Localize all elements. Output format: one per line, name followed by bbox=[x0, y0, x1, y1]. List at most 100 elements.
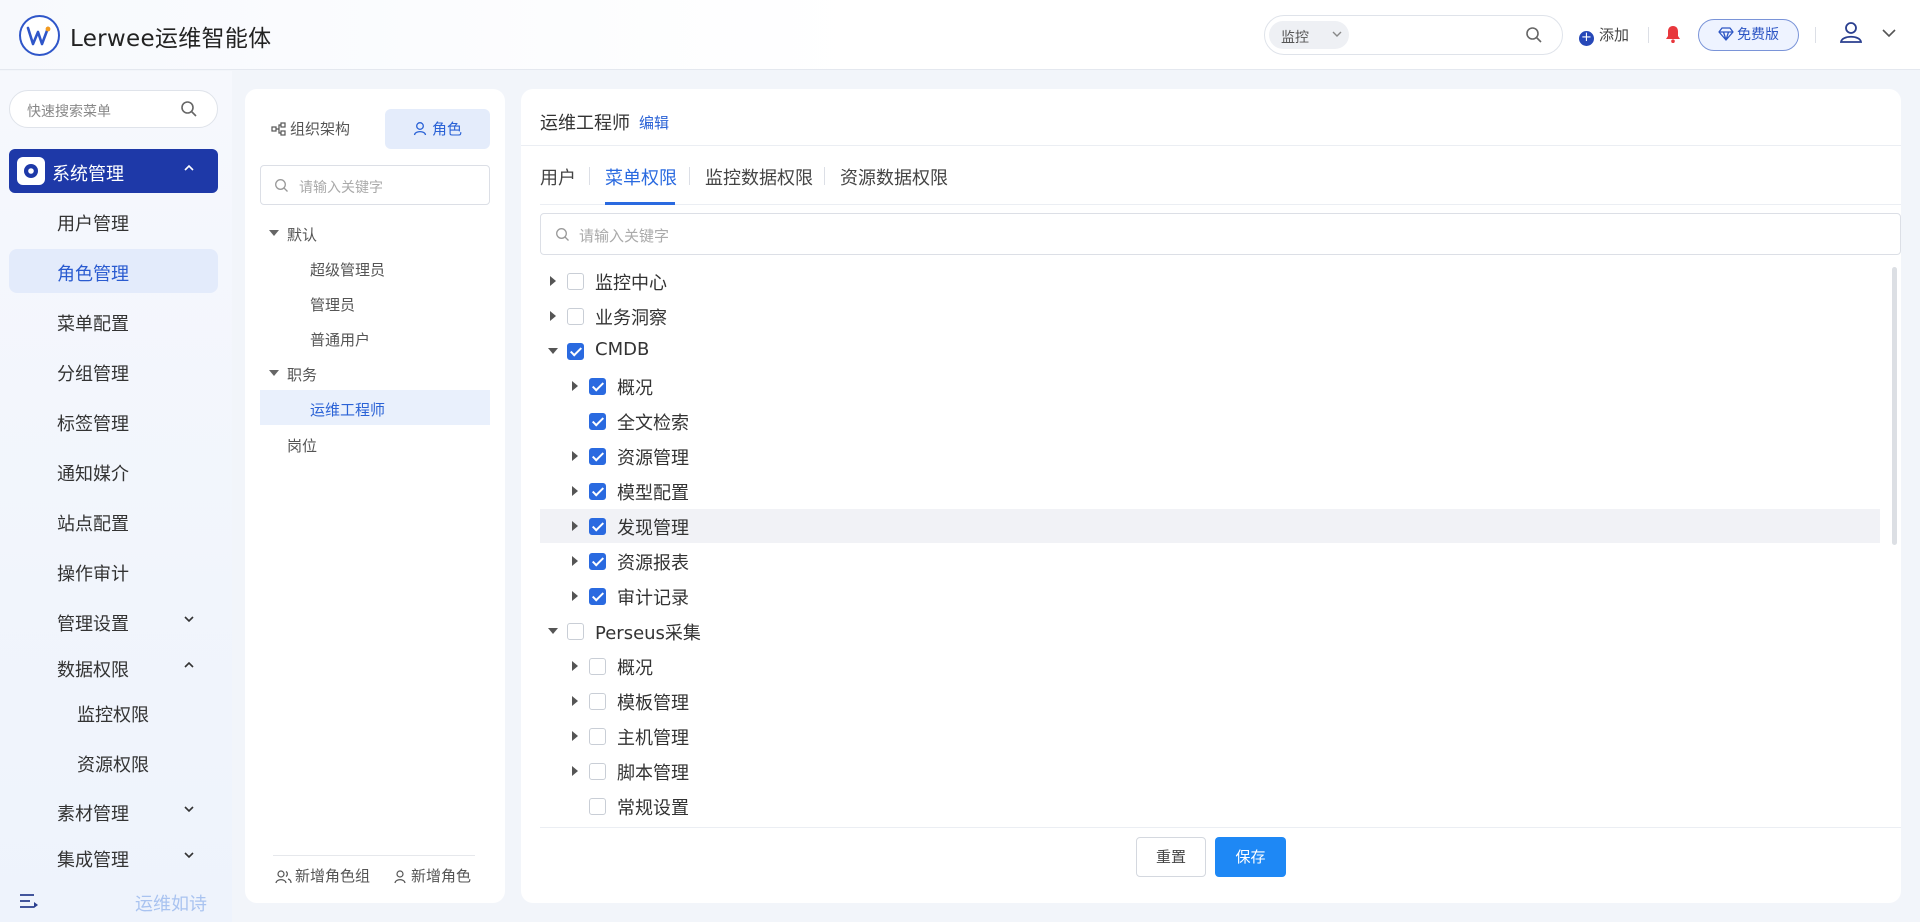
permission-label: 监控中心 bbox=[595, 273, 667, 294]
permission-checkbox[interactable] bbox=[589, 658, 606, 675]
caret-right-icon[interactable] bbox=[548, 311, 558, 321]
permission-checkbox[interactable] bbox=[589, 553, 606, 570]
nav-item-audit[interactable]: 操作审计 bbox=[9, 549, 218, 593]
nav-item-data-permissions[interactable]: 数据权限 bbox=[9, 645, 218, 689]
role-tree-item[interactable]: 超级管理员 bbox=[260, 250, 490, 285]
caret-right-icon[interactable] bbox=[548, 276, 558, 286]
permission-tree-row[interactable]: 资源管理 bbox=[540, 439, 1880, 473]
tab-role[interactable]: 角色 bbox=[385, 109, 490, 149]
tab-org-structure[interactable]: 组织架构 bbox=[271, 109, 371, 149]
search-scope-select[interactable]: 监控 bbox=[1269, 21, 1349, 49]
permission-checkbox[interactable] bbox=[589, 798, 606, 815]
lerwee-logo-icon[interactable] bbox=[19, 15, 60, 56]
bell-icon[interactable] bbox=[1663, 24, 1683, 44]
permission-tree-row[interactable]: 全文检索 bbox=[540, 404, 1880, 438]
nav-item-tags[interactable]: 标签管理 bbox=[9, 399, 218, 443]
tab-monitor-data-permissions[interactable]: 监控数据权限 bbox=[705, 164, 813, 190]
divider bbox=[540, 827, 1901, 828]
permission-checkbox[interactable] bbox=[589, 483, 606, 500]
nav-item-integrations[interactable]: 集成管理 bbox=[9, 835, 218, 879]
permission-tree-row[interactable]: 脚本管理 bbox=[540, 754, 1880, 788]
permission-tree-row[interactable]: 常规设置 bbox=[540, 789, 1880, 823]
nav-item-groups[interactable]: 分组管理 bbox=[9, 349, 218, 393]
caret-down-icon[interactable] bbox=[269, 369, 279, 377]
caret-down-icon[interactable] bbox=[548, 346, 558, 356]
permission-tree-row[interactable]: 资源报表 bbox=[540, 544, 1880, 578]
permission-tree-row[interactable]: 发现管理 bbox=[540, 509, 1880, 543]
search-icon[interactable] bbox=[1525, 26, 1543, 44]
caret-right-icon[interactable] bbox=[570, 381, 580, 391]
caret-down-icon[interactable] bbox=[548, 626, 558, 636]
tab-users[interactable]: 用户 bbox=[540, 164, 576, 190]
reset-button[interactable]: 重置 bbox=[1136, 837, 1206, 877]
role-search-input[interactable]: 请输入关键字 bbox=[260, 165, 490, 205]
permission-tree-row[interactable]: 模板管理 bbox=[540, 684, 1880, 718]
caret-right-icon[interactable] bbox=[570, 591, 580, 601]
caret-right-icon[interactable] bbox=[570, 766, 580, 776]
permission-tree-row[interactable]: 主机管理 bbox=[540, 719, 1880, 753]
permission-checkbox[interactable] bbox=[589, 693, 606, 710]
role-tree-group[interactable]: 职务 bbox=[260, 355, 490, 390]
tab-resource-data-permissions[interactable]: 资源数据权限 bbox=[840, 164, 948, 190]
caret-right-icon[interactable] bbox=[570, 451, 580, 461]
add-role-group-button[interactable]: 新增角色组 bbox=[275, 865, 370, 886]
permission-checkbox[interactable] bbox=[589, 378, 606, 395]
user-icon[interactable] bbox=[1839, 20, 1863, 44]
permission-tree-row[interactable]: 审计记录 bbox=[540, 579, 1880, 613]
nav-item-notify-media[interactable]: 通知媒介 bbox=[9, 449, 218, 493]
role-tree-item[interactable]: 管理员 bbox=[260, 285, 490, 320]
nav-item-monitor-permissions[interactable]: 监控权限 bbox=[9, 690, 218, 734]
permission-checkbox[interactable] bbox=[567, 308, 584, 325]
nav-item-site-config[interactable]: 站点配置 bbox=[9, 499, 218, 543]
nav-item-materials[interactable]: 素材管理 bbox=[9, 789, 218, 833]
nav-item-resource-permissions[interactable]: 资源权限 bbox=[9, 740, 218, 784]
permission-tree-row[interactable]: 监控中心 bbox=[540, 264, 1880, 298]
nav-item-roles[interactable]: 角色管理 bbox=[9, 249, 218, 293]
permission-checkbox[interactable] bbox=[589, 413, 606, 430]
edit-role-link[interactable]: 编辑 bbox=[639, 112, 669, 133]
permission-checkbox[interactable] bbox=[589, 588, 606, 605]
permission-search-input[interactable]: 请输入关键字 bbox=[540, 213, 1901, 255]
nav-item-admin-settings[interactable]: 管理设置 bbox=[9, 599, 218, 643]
nav-item-users[interactable]: 用户管理 bbox=[9, 199, 218, 243]
caret-right-icon[interactable] bbox=[570, 556, 580, 566]
caret-right-icon[interactable] bbox=[570, 521, 580, 531]
role-tree-group[interactable]: 默认 bbox=[260, 215, 490, 250]
caret-right-icon[interactable] bbox=[570, 486, 580, 496]
permission-tree-row[interactable]: Perseus采集 bbox=[540, 614, 1880, 648]
role-tree-group[interactable]: 岗位 bbox=[260, 426, 490, 461]
nav-system-management[interactable]: 系统管理 bbox=[9, 149, 218, 193]
permission-checkbox[interactable] bbox=[567, 623, 584, 640]
permission-checkbox[interactable] bbox=[589, 728, 606, 745]
permission-checkbox[interactable] bbox=[589, 763, 606, 780]
permission-checkbox[interactable] bbox=[589, 518, 606, 535]
caret-right-icon[interactable] bbox=[570, 696, 580, 706]
menu-search-input[interactable]: 快速搜索菜单 bbox=[9, 90, 218, 128]
caret-right-icon[interactable] bbox=[570, 731, 580, 741]
permission-tree-row[interactable]: CMDB bbox=[540, 334, 1880, 368]
menu-fold-icon[interactable] bbox=[19, 893, 39, 909]
permission-tree-row[interactable]: 概况 bbox=[540, 649, 1880, 683]
search-icon[interactable] bbox=[180, 100, 198, 118]
tab-separator bbox=[824, 167, 825, 185]
role-tree-item[interactable]: 普通用户 bbox=[260, 320, 490, 355]
free-plan-button[interactable]: 免费版 bbox=[1698, 19, 1799, 51]
chevron-down-icon[interactable] bbox=[1882, 28, 1896, 38]
global-search[interactable]: 监控 bbox=[1264, 15, 1563, 55]
caret-right-icon[interactable] bbox=[570, 661, 580, 671]
caret-down-icon[interactable] bbox=[269, 229, 279, 237]
add-button[interactable]: + 添加 bbox=[1579, 24, 1629, 46]
permission-tree-row[interactable]: 模型配置 bbox=[540, 474, 1880, 508]
nav-item-menu-config[interactable]: 菜单配置 bbox=[9, 299, 218, 343]
role-tree-item-selected[interactable]: 运维工程师 bbox=[260, 390, 490, 425]
permission-checkbox[interactable] bbox=[567, 273, 584, 290]
permission-checkbox[interactable] bbox=[589, 448, 606, 465]
save-button[interactable]: 保存 bbox=[1215, 837, 1286, 877]
permission-checkbox[interactable] bbox=[567, 343, 584, 360]
permission-tree-row[interactable]: 概况 bbox=[540, 369, 1880, 403]
permission-label: 审计记录 bbox=[617, 588, 689, 609]
scrollbar[interactable] bbox=[1892, 267, 1897, 545]
add-role-button[interactable]: 新增角色 bbox=[393, 865, 471, 886]
permission-tree-row[interactable]: 业务洞察 bbox=[540, 299, 1880, 333]
tab-menu-permissions[interactable]: 菜单权限 bbox=[605, 164, 677, 190]
